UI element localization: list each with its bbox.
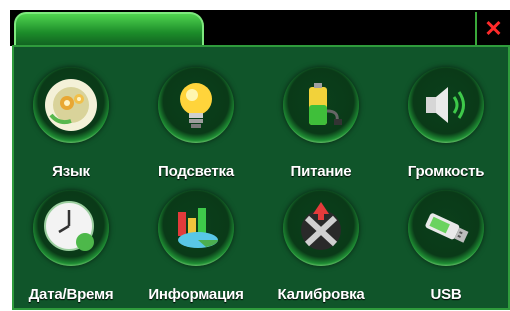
setting-usb[interactable]: USB [386,186,506,311]
language-icon [33,67,109,143]
close-icon: ✕ [484,16,503,41]
setting-label: Дата/Время [28,286,114,303]
setting-volume[interactable]: Громкость [386,63,506,188]
setting-power[interactable]: Питание [261,63,381,188]
tab-settings[interactable] [14,12,204,48]
setting-label: Громкость [407,163,485,180]
close-button[interactable]: ✕ [475,12,510,46]
setting-label: Калибровка [277,286,365,303]
setting-backlight[interactable]: Подсветка [136,63,256,188]
setting-language[interactable]: Язык [11,63,131,188]
settings-panel: Язык Подсветка Питание Громкость Дата/Вр… [12,45,510,310]
lightbulb-icon [158,67,234,143]
speaker-icon [408,67,484,143]
setting-label: Информация [148,286,244,303]
usb-drive-icon [408,190,484,266]
calibration-icon [283,190,359,266]
setting-label: Питание [290,163,352,180]
battery-icon [283,67,359,143]
setting-calibration[interactable]: Калибровка [261,186,381,311]
clock-icon [33,190,109,266]
settings-window: ✕ Язык Подсветка Питание Громкость Дата/… [0,0,510,310]
setting-label: USB [430,286,462,303]
setting-label: Язык [52,163,90,180]
setting-label: Подсветка [158,163,234,180]
setting-datetime[interactable]: Дата/Время [11,186,131,311]
info-chart-icon [158,190,234,266]
setting-info[interactable]: Информация [136,186,256,311]
